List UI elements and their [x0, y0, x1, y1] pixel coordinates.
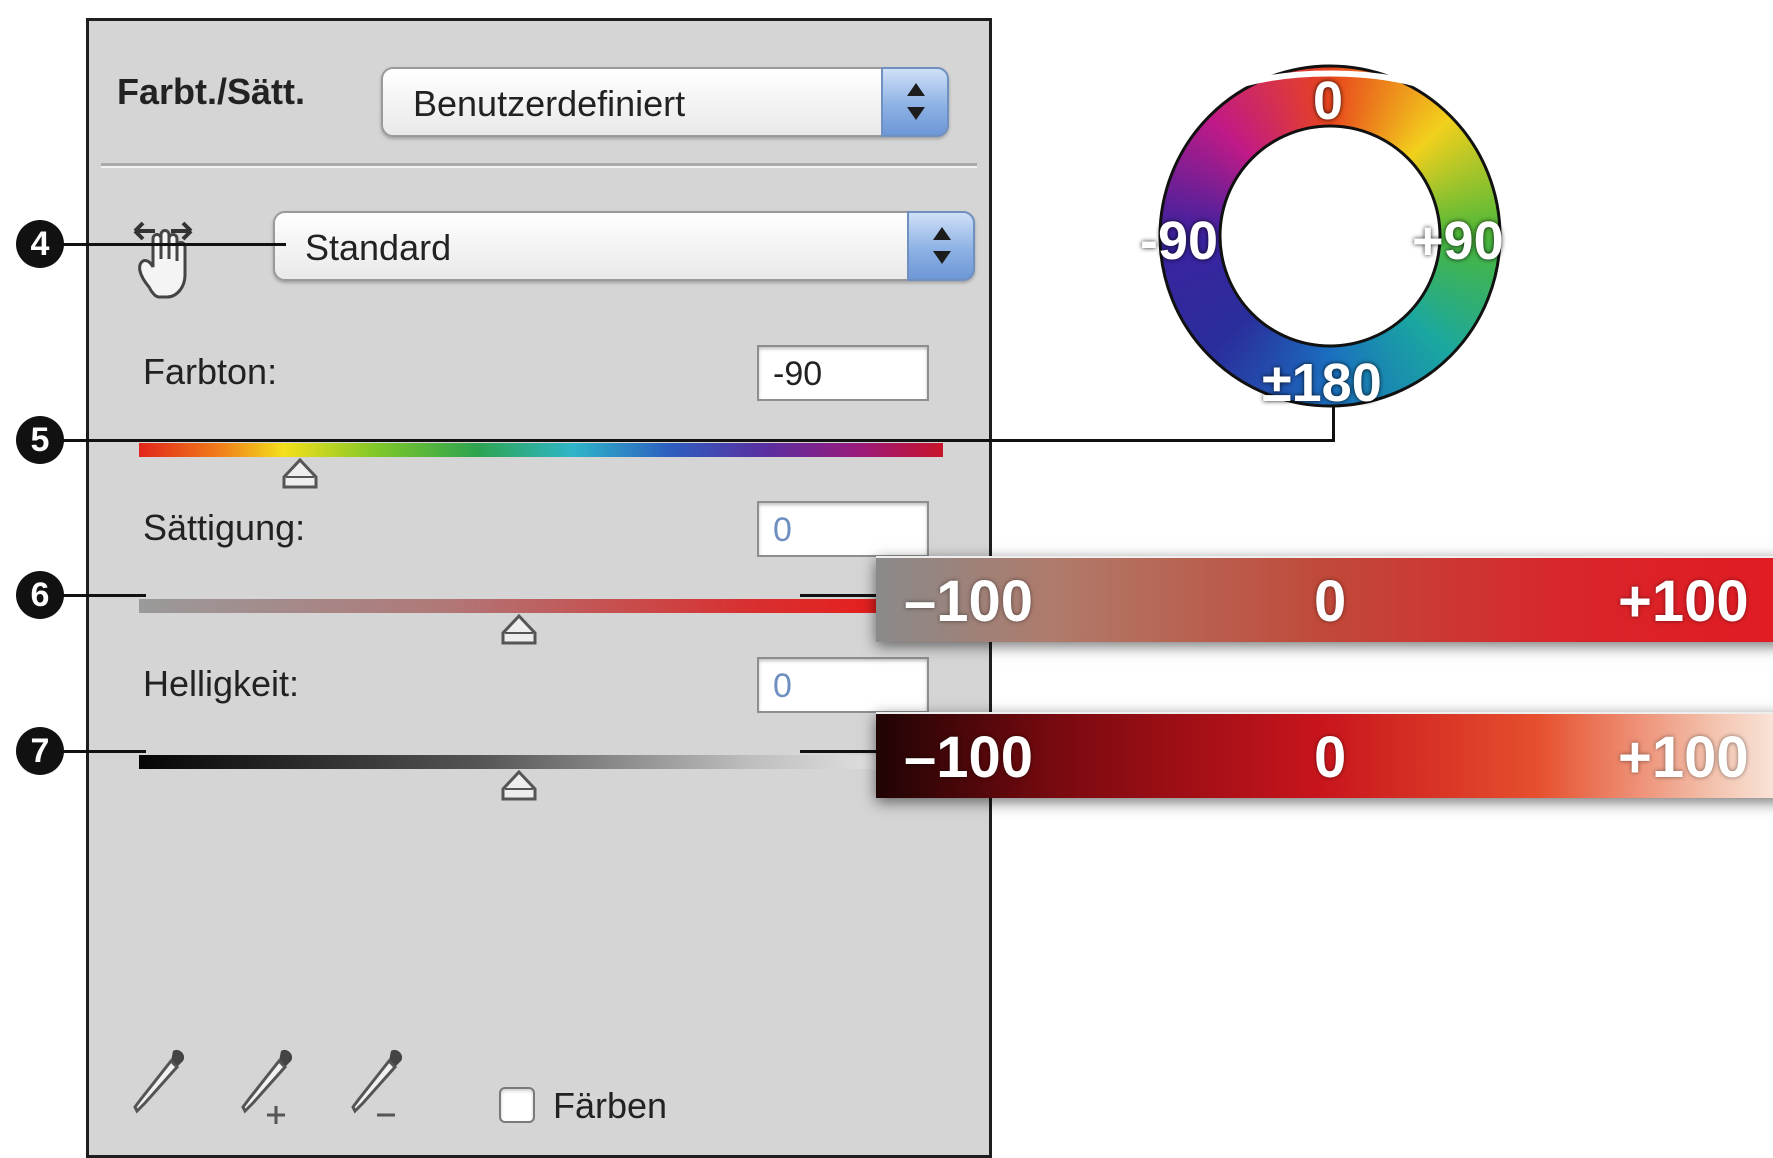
lightness-scale-min: –100	[904, 725, 1034, 790]
saturation-slider-thumb[interactable]	[499, 613, 539, 647]
callout-line-7	[60, 750, 146, 753]
panel-title: Farbt./Sätt.	[117, 71, 306, 112]
saturation-slider-track[interactable]	[139, 599, 899, 613]
hue-wheel-left-label: -90	[1140, 211, 1219, 271]
lightness-scale-max: +100	[1618, 725, 1749, 790]
hue-label: Farbton:	[143, 351, 278, 392]
range-select[interactable]: Standard	[273, 211, 975, 281]
hue-wheel-top-label: 0	[1313, 71, 1344, 131]
callout-line-6	[60, 594, 146, 597]
callout-7: 7	[16, 727, 64, 775]
colorize-checkbox[interactable]	[499, 1087, 535, 1123]
chevron-up-down-icon[interactable]	[881, 67, 949, 137]
lightness-slider-track[interactable]	[139, 755, 899, 769]
eyedropper-icon[interactable]	[129, 1045, 193, 1121]
callout-6: 6	[16, 571, 64, 619]
callout-line-7-right	[800, 750, 880, 753]
preset-select[interactable]: Benutzerdefiniert	[381, 67, 949, 137]
preset-select-value: Benutzerdefiniert	[413, 83, 686, 124]
colorize-label: Färben	[553, 1085, 668, 1126]
saturation-scale-max: +100	[1618, 569, 1749, 634]
callout-line-4	[60, 243, 286, 246]
hue-value-field[interactable]: -90	[757, 345, 929, 401]
panel-divider	[101, 163, 977, 168]
saturation-value-field[interactable]: 0	[757, 501, 929, 557]
on-image-adjust-hand-icon[interactable]	[129, 217, 197, 301]
hue-slider-track[interactable]	[139, 443, 943, 457]
eyedropper-plus-icon[interactable]	[237, 1045, 307, 1129]
eyedropper-minus-icon[interactable]	[347, 1045, 417, 1129]
chevron-up-down-icon[interactable]	[907, 211, 975, 281]
lightness-scale: –100 0 +100	[876, 712, 1773, 798]
hue-saturation-panel: Farbt./Sätt. Benutzerdefiniert Standard …	[86, 18, 992, 1158]
lightness-scale-mid: 0	[1314, 725, 1347, 790]
saturation-scale-mid: 0	[1314, 569, 1347, 634]
range-select-value: Standard	[305, 227, 452, 268]
lightness-label: Helligkeit:	[143, 663, 300, 704]
lightness-slider-thumb[interactable]	[499, 769, 539, 803]
callout-4: 4	[16, 220, 64, 268]
saturation-label: Sättigung:	[143, 507, 306, 548]
callout-line-5	[60, 439, 1335, 442]
hue-wheel-bottom-label: ±180	[1262, 353, 1382, 413]
saturation-scale-min: –100	[904, 569, 1034, 634]
saturation-scale: –100 0 +100	[876, 556, 1773, 642]
callout-5: 5	[16, 416, 64, 464]
lightness-value-field[interactable]: 0	[757, 657, 929, 713]
callout-line-6-right	[800, 594, 880, 597]
hue-slider-thumb[interactable]	[280, 457, 320, 491]
hue-wheel-right-label: +90	[1412, 211, 1504, 271]
